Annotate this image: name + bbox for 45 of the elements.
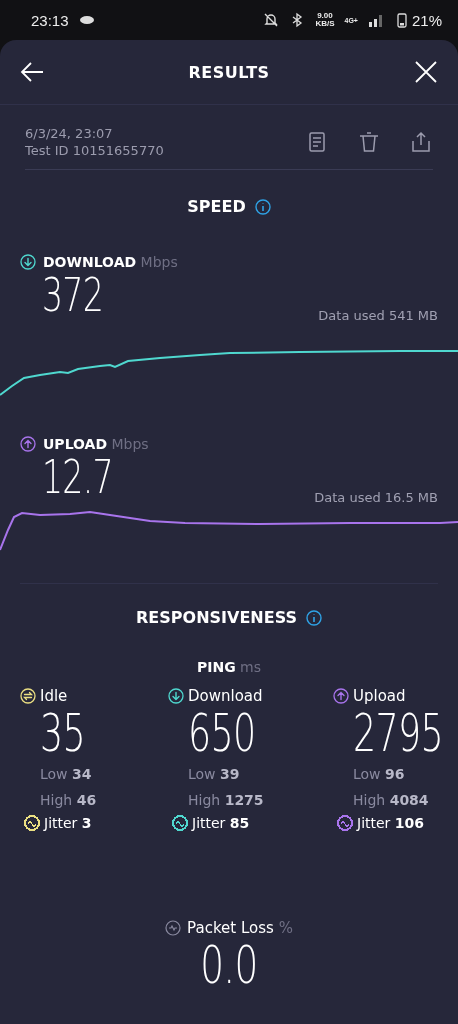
ping-low: Low 39 [187,765,241,784]
metric-label: DOWNLOAD Mbps [43,254,178,270]
ping-high: High 46 [39,791,98,810]
info-icon[interactable] [254,198,271,215]
ping-low: Low 96 [352,765,406,784]
ping-value: 2795 [353,705,443,761]
section-title: SPEED [187,197,246,216]
mute-icon [263,12,280,28]
network-speed-unit: KB/S [315,20,335,28]
test-id: Test ID 10151655770 [25,142,165,159]
packet-loss-label: Packet Loss % [187,919,293,937]
speed-value: 372 [42,270,104,320]
ping-value: 35 [40,705,85,761]
section-title: RESPONSIVENESS [136,608,297,627]
ping-value: 650 [188,705,256,761]
data-used: Data used 16.5 MB [314,490,438,505]
upload-icon [333,688,349,704]
ping-type: Upload [353,687,406,705]
idle-icon [20,688,36,704]
test-date: 6/3/24, 23:07 [25,125,114,142]
data-used: Data used 541 MB [318,308,438,323]
info-icon[interactable] [305,609,322,626]
packet-loss-value: 0.0 [200,937,258,993]
ping-type: Download [188,687,263,705]
jitter-value: Jitter 85 [192,815,250,831]
download-icon [168,688,184,704]
ping-high: High 4084 [352,791,430,810]
screen-title: RESULTS [188,62,270,82]
signal-icon [367,12,384,28]
battery-level: 21% [411,11,442,29]
network-speed: 9.00 [317,12,333,20]
jitter-value: Jitter 3 [44,815,92,831]
ping-high: High 1275 [187,791,265,810]
ping-label: PING ms [196,659,262,675]
download-icon [20,254,36,270]
upload-icon [20,436,36,452]
ping-low: Low 34 [39,765,93,784]
speed-value: 12.7 [42,452,113,502]
packet-loss-icon [165,920,182,936]
share-button[interactable] [409,130,433,154]
ping-type: Idle [40,687,68,705]
delete-button[interactable] [357,130,381,154]
status-time: 23:13 [31,11,69,29]
metric-label: UPLOAD Mbps [43,436,149,452]
jitter-value: Jitter 106 [357,815,425,831]
